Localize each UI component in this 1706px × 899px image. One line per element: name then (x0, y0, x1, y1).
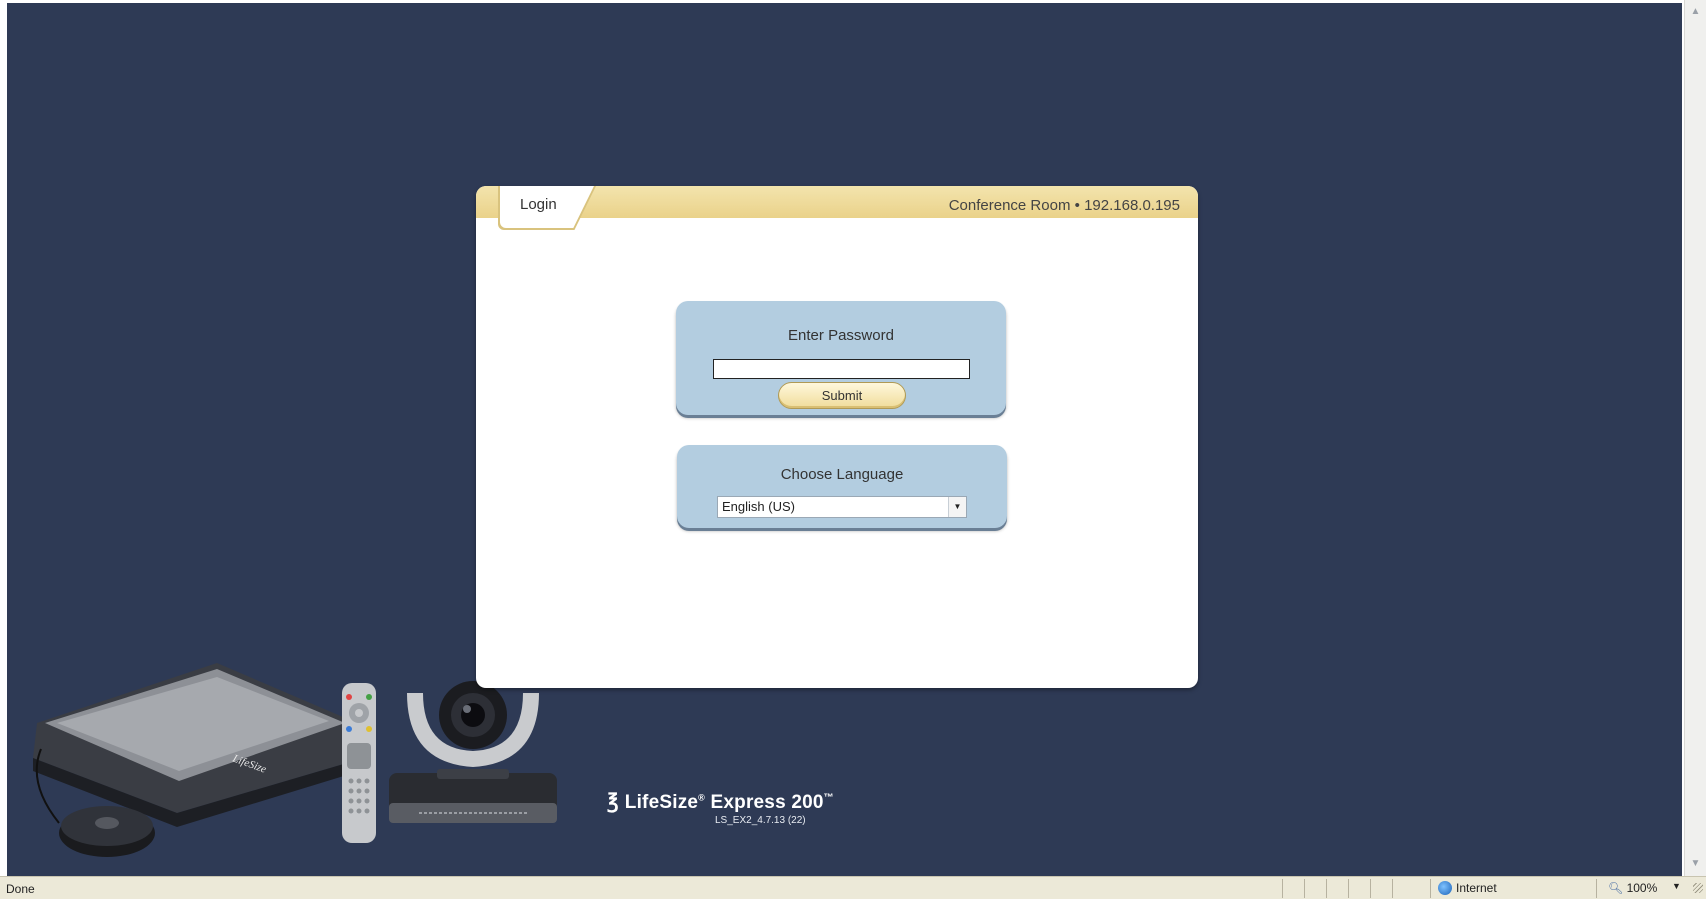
password-panel: Enter Password Submit (676, 301, 1006, 415)
brand-name: LifeSize (624, 792, 699, 813)
separator: • (1074, 197, 1080, 214)
zoom-control[interactable]: 🔍︎ 100% (1608, 881, 1657, 895)
device-name: Conference Room (948, 197, 1071, 214)
brand: ℥ LifeSize® Express 200™ LS_EX2_4.7.13 (2… (607, 789, 834, 826)
zoom-dropdown-icon[interactable]: ▼ (1672, 881, 1681, 891)
security-zone[interactable]: Internet (1438, 881, 1497, 895)
language-panel: Choose Language English (US) ▼ (677, 445, 1007, 528)
status-cell (1348, 879, 1349, 898)
version-label: LS_EX2_4.7.13 (22) (715, 815, 806, 826)
product-model: Express 200 (710, 792, 824, 813)
lifesize-logo-icon: ℥ (607, 791, 619, 813)
trademark: ™ (823, 792, 834, 804)
resize-grip-icon[interactable] (1693, 883, 1703, 893)
camera-image (389, 681, 557, 873)
scroll-up-icon[interactable]: ▲ (1688, 4, 1703, 19)
dropdown-arrow-icon[interactable]: ▼ (948, 497, 966, 517)
login-card: Login Conference Room • 192.168.0.195 (476, 186, 1198, 688)
language-selected: English (US) (722, 499, 795, 514)
password-input[interactable] (713, 359, 970, 379)
zoom-level: 100% (1626, 881, 1658, 895)
browser-window: LifeSize ▲ ▼ Login Conference Room • 192… (0, 0, 1706, 899)
zone-label: Internet (1456, 881, 1497, 895)
status-cell (1282, 879, 1283, 898)
device-info: Conference Room • 192.168.0.195 (949, 197, 1180, 214)
product-title: ℥ LifeSize® Express 200™ (607, 789, 834, 814)
status-bar: Done Internet 🔍︎ 100% ▼ (0, 876, 1706, 899)
language-panel-title: Choose Language (780, 466, 904, 483)
remote-control-image (342, 683, 376, 843)
product-illustration: LifeSize (33, 663, 557, 873)
registered-mark: ® (698, 792, 706, 803)
status-cell (1326, 879, 1327, 898)
scroll-down-icon[interactable]: ▼ (1688, 856, 1703, 871)
status-cell (1304, 879, 1305, 898)
password-panel-title: Enter Password (788, 327, 894, 344)
login-tab-label: Login (520, 196, 557, 213)
status-text: Done (6, 882, 35, 896)
codec-box-image: LifeSize (33, 663, 357, 827)
globe-icon (1438, 881, 1452, 895)
left-edge (0, 0, 7, 876)
ip-address: 192.168.0.195 (1084, 197, 1180, 214)
language-select[interactable]: English (US) ▼ (717, 496, 967, 518)
status-cell (1596, 879, 1597, 898)
card-header: Login Conference Room • 192.168.0.195 (476, 186, 1198, 230)
status-cell (1430, 879, 1431, 898)
status-cell (1370, 879, 1371, 898)
status-cell (1392, 879, 1393, 898)
submit-button[interactable]: Submit (778, 382, 906, 409)
vertical-scrollbar[interactable]: ▲ ▼ (1684, 0, 1706, 876)
zoom-magnifier-icon: 🔍︎ (1608, 881, 1624, 895)
